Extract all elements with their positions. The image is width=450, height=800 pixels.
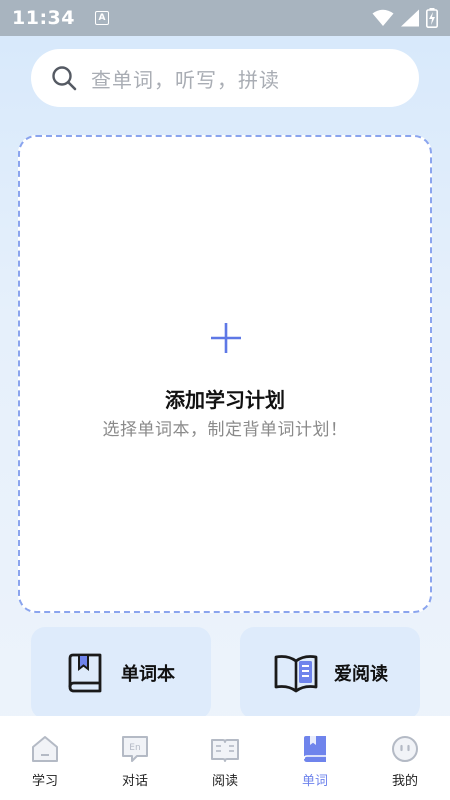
plan-subtitle: 选择单词本，制定背单词计划！ [102,420,348,440]
nav-label-mine: 我的 [391,774,418,789]
nav-label-reading: 阅读 [211,774,238,789]
love-reading-button[interactable]: 爱阅读 [240,627,420,719]
nav-item-words[interactable]: 单词 [270,716,360,800]
nav-label-dialogue: 对话 [121,774,148,789]
love-reading-label: 爱阅读 [334,664,388,685]
notification-a-icon: A [94,11,109,25]
dialogue-icon: En [122,736,148,762]
search-icon [52,66,77,91]
plan-title: 添加学习计划 [165,388,285,412]
wifi-icon [372,9,394,26]
book-icon [303,736,326,762]
nav-item-mine[interactable]: 我的 [360,716,450,800]
plus-icon [211,323,241,353]
bottom-nav: 学习 En 对话 阅读 单词 我的 [0,716,450,800]
wordbook-icon [68,653,102,693]
nav-label-words: 单词 [301,774,328,789]
nav-label-study: 学习 [31,774,58,789]
battery-charging-icon [426,8,438,28]
status-bar: 11:34 A [0,0,450,36]
open-book-icon [274,655,318,693]
home-icon [32,736,58,762]
signal-icon [401,9,419,27]
wordbook-button[interactable]: 单词本 [31,627,211,719]
search-placeholder[interactable]: 查单词，听写，拼读 [91,64,280,93]
nav-item-reading[interactable]: 阅读 [180,716,270,800]
nav-item-dialogue[interactable]: En 对话 [90,716,180,800]
reading-icon [211,739,239,762]
search-bar[interactable]: 查单词，听写，拼读 [31,49,419,107]
wordbook-label: 单词本 [121,664,175,685]
add-study-plan-card[interactable]: 添加学习计划 选择单词本，制定背单词计划！ [18,135,432,613]
status-icons [372,8,438,28]
profile-icon [392,736,418,762]
nav-item-study[interactable]: 学习 [0,716,90,800]
status-time: 11:34 [12,7,75,29]
svg-text:En: En [129,743,140,753]
